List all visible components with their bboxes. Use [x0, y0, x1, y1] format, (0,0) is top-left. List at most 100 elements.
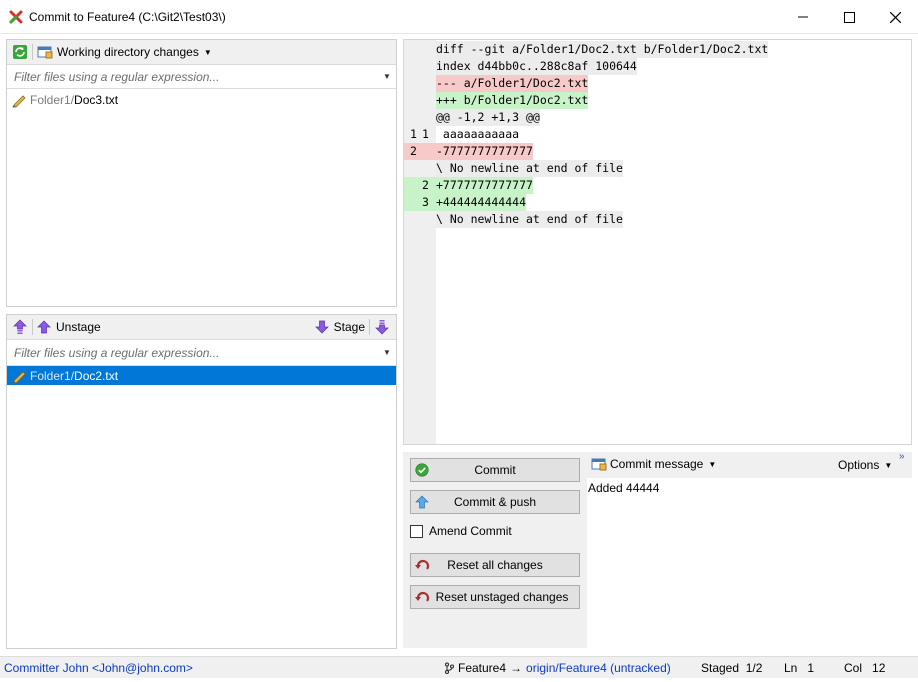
chevron-down-icon[interactable]: ▼	[378, 348, 396, 357]
working-directory-icon	[37, 46, 53, 59]
diff-line-numbers	[404, 160, 436, 177]
diff-line-numbers: 11	[404, 126, 436, 143]
commit-button[interactable]: Commit	[410, 458, 580, 482]
file-name: Doc3.txt	[74, 92, 119, 107]
staged-label: Staged	[701, 661, 740, 675]
commit-message-dropdown[interactable]: Commit message ▼	[591, 457, 716, 471]
diff-line-numbers	[404, 41, 436, 58]
commit-push-button[interactable]: Commit & push	[410, 490, 580, 514]
arrow-down-icon	[314, 320, 329, 334]
diff-line: +444444444444	[436, 194, 527, 211]
checkbox-box[interactable]	[410, 524, 423, 538]
file-dir: Folder1/	[30, 92, 75, 107]
staged-filter-input[interactable]: Filter files using a regular expression.…	[7, 346, 378, 360]
new-line-number: 2	[422, 178, 429, 192]
reset-unstaged-button[interactable]: Reset unstaged changes	[410, 585, 580, 609]
toolbar-separator	[32, 319, 33, 335]
unstaged-file-list: Folder1/Doc3.txt	[7, 89, 396, 109]
maximize-icon	[843, 11, 855, 23]
diff-viewer[interactable]: diff --git a/Folder1/Doc2.txt b/Folder1/…	[403, 39, 912, 445]
close-button[interactable]	[872, 0, 918, 34]
chevron-down-icon: ▼	[708, 459, 717, 469]
branch-name: Feature4	[458, 661, 507, 675]
diff-line-numbers: 2	[404, 177, 436, 194]
reset-unstaged-label: Reset unstaged changes	[435, 590, 569, 604]
diff-line-numbers	[404, 58, 436, 75]
unstage-button[interactable]: Unstage	[37, 320, 101, 334]
commit-message-pane: Commit message ▼ Options ▼ » Added 44444	[587, 451, 912, 648]
file-list-item[interactable]: Folder1/Doc3.txt	[7, 90, 396, 109]
branch-icon	[445, 662, 454, 674]
old-line-number: 2	[410, 144, 417, 158]
diff-line: aaaaaaaaaaa	[436, 126, 520, 143]
reset-all-button[interactable]: Reset all changes	[410, 553, 580, 577]
diff-line: \ No newline at end of file	[436, 160, 623, 177]
unstaged-filter-input[interactable]: Filter files using a regular expression.…	[7, 70, 378, 84]
remote-branch-link[interactable]: origin/Feature4 (untracked)	[526, 661, 671, 675]
old-line-number: 1	[410, 127, 417, 141]
diff-line-numbers: 2	[404, 143, 436, 160]
reset-all-label: Reset all changes	[447, 558, 543, 572]
chevron-down-icon: ▼	[884, 460, 893, 470]
refresh-icon	[13, 45, 27, 59]
staged-value: 1/2	[745, 661, 763, 675]
col-value: 12	[872, 661, 886, 675]
column-indicator: Col 12	[844, 661, 885, 675]
branch-arrow: →	[510, 661, 523, 675]
reset-icon	[415, 591, 430, 602]
minimize-icon	[798, 16, 808, 18]
diff-line: \ No newline at end of file	[436, 211, 623, 228]
stage-button[interactable]: Stage	[314, 320, 365, 334]
commit-push-label: Commit & push	[453, 495, 537, 509]
close-icon	[889, 11, 901, 23]
ln-value: 1	[807, 661, 815, 675]
unstage-all-button[interactable]	[12, 319, 28, 335]
staged-count: Staged 1/2	[701, 661, 762, 675]
checkmark-icon	[415, 463, 429, 477]
ln-label: Ln	[784, 661, 798, 675]
amend-commit-checkbox[interactable]: Amend Commit	[410, 524, 512, 538]
unstaged-toolbar: Working directory changes ▼	[7, 40, 396, 65]
staged-toolbar: Unstage Stage	[7, 315, 396, 340]
status-bar: Committer John <John@john.com> Feature4 …	[0, 656, 918, 678]
staged-file-list: Folder1/Doc2.txt	[7, 366, 396, 385]
unstaged-files-pane: Working directory changes ▼ Filter files…	[6, 39, 397, 307]
staged-filter-combobox[interactable]: Filter files using a regular expression.…	[7, 340, 396, 366]
window-title: Commit to Feature4 (C:\Git2\Test03\)	[29, 10, 226, 24]
diff-line: @@ -1,2 +1,3 @@	[436, 109, 540, 126]
chevron-down-icon[interactable]: ▼	[378, 72, 396, 81]
diff-line-numbers	[404, 211, 436, 228]
commit-label: Commit	[474, 463, 516, 477]
minimize-button[interactable]	[780, 0, 826, 34]
new-line-number: 1	[422, 127, 429, 141]
options-label: Options	[838, 458, 880, 472]
chevron-down-icon: ▼	[203, 47, 212, 57]
reset-icon	[415, 559, 430, 570]
arrow-up-icon	[37, 320, 51, 334]
commit-message-toolbar: Commit message ▼ Options ▼ »	[587, 451, 912, 478]
unstage-label: Unstage	[56, 320, 101, 334]
stage-all-button[interactable]	[374, 319, 390, 335]
staged-files-pane: Unstage Stage Filter files using a regul…	[6, 314, 397, 649]
unstaged-filter-combobox[interactable]: Filter files using a regular expression.…	[7, 65, 396, 89]
pencil-icon	[12, 370, 26, 383]
maximize-button[interactable]	[826, 0, 872, 34]
working-dir-changes-dropdown[interactable]: Working directory changes ▼	[37, 45, 212, 59]
pencil-icon	[12, 94, 26, 107]
git-extensions-icon	[9, 10, 23, 24]
unstage-all-icon	[13, 319, 27, 334]
refresh-button[interactable]	[12, 44, 28, 60]
new-line-number: 3	[422, 195, 429, 209]
overflow-chevron-icon[interactable]: »	[899, 451, 905, 462]
commit-message-input[interactable]: Added 44444	[588, 481, 659, 495]
committer-link[interactable]: Committer John <John@john.com>	[4, 661, 193, 675]
diff-line-numbers	[404, 92, 436, 109]
toolbar-separator	[369, 319, 370, 335]
file-dir: Folder1/	[30, 368, 75, 383]
commit-actions-panel: Commit Commit & push Amend Commit Reset …	[403, 452, 587, 648]
diff-line-numbers: 3	[404, 194, 436, 211]
diff-line: +7777777777777	[436, 177, 533, 194]
stage-all-icon	[375, 320, 389, 335]
file-list-item[interactable]: Folder1/Doc2.txt	[7, 366, 396, 385]
options-dropdown[interactable]: Options ▼	[838, 458, 892, 472]
